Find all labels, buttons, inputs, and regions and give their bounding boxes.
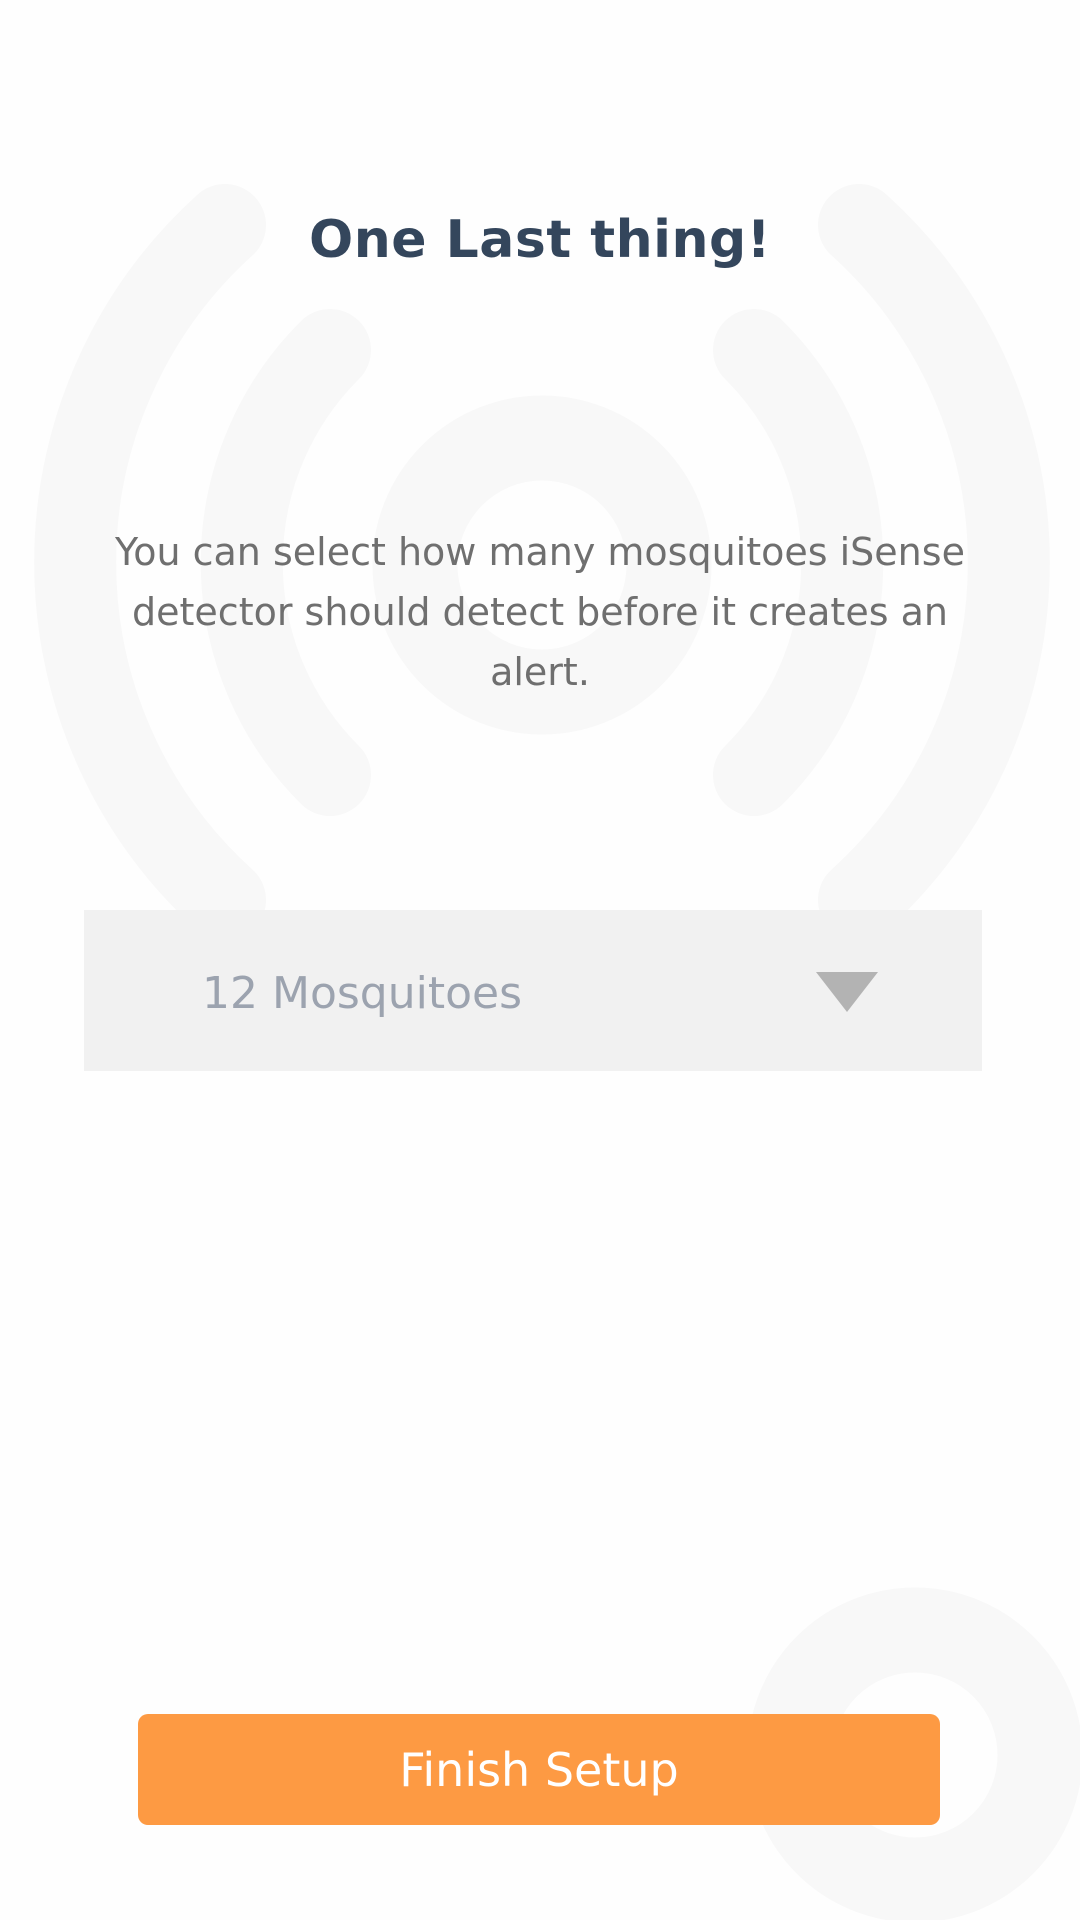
instruction-text: You can select how many mosquitoes iSens… [115,530,965,694]
finish-setup-button[interactable]: Finish Setup [138,1714,940,1825]
mosquito-threshold-select[interactable]: 12 Mosquitoes [84,910,982,1071]
select-current-value: 12 Mosquitoes [202,968,522,1019]
page-title: One Last thing! [309,210,771,270]
triangle-down-icon [816,972,878,1012]
